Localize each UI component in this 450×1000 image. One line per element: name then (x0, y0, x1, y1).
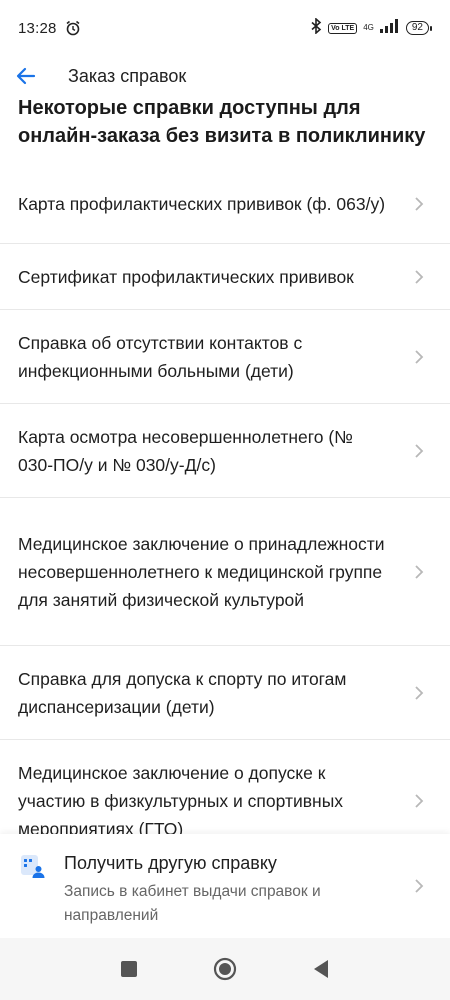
back-nav-button[interactable] (297, 945, 345, 993)
arrow-left-icon (16, 67, 36, 85)
list-item[interactable]: Медицинское заключение о принадлежности … (0, 498, 450, 646)
chevron-right-icon (412, 791, 426, 811)
list-item[interactable]: Карта осмотра несовершеннолетнего (№ 030… (0, 404, 450, 498)
list-item-label: Сертификат профилактических прививок (18, 266, 354, 287)
card-subtitle: Запись в кабинет выдачи справок и направ… (64, 883, 321, 924)
list-item-label: Справка для допуска к спорту по итогам д… (18, 668, 347, 717)
volte-badge: Vo LTE (328, 22, 358, 34)
status-bar: 13:28 Vo LTE 4G 92 (0, 0, 450, 56)
recent-apps-button[interactable] (105, 945, 153, 993)
network-type: 4G (363, 23, 374, 32)
back-button[interactable] (6, 56, 46, 96)
battery-icon: 92 (405, 21, 432, 35)
list-item[interactable]: Справка об отсутствии контактов с инфекц… (0, 310, 450, 404)
section-heading: Некоторые справки доступны для онлайн-за… (18, 97, 426, 147)
list-item[interactable]: Справка для допуска к спорту по итогам д… (0, 646, 450, 740)
certificate-list: Карта профилактических прививок (ф. 063/… (0, 164, 450, 834)
alarm-icon (65, 20, 81, 36)
home-button[interactable] (201, 945, 249, 993)
chevron-right-icon (412, 347, 426, 367)
other-certificate-card[interactable]: Получить другую справку Запись в кабинет… (0, 834, 450, 938)
list-item[interactable]: Сертификат профилактических прививок (0, 244, 450, 310)
chevron-right-icon (412, 441, 426, 461)
list-item[interactable]: Карта профилактических прививок (ф. 063/… (0, 164, 450, 244)
status-time: 13:28 (18, 19, 57, 37)
square-icon (121, 961, 137, 977)
chevron-right-icon (412, 562, 426, 582)
list-item-label: Карта профилактических прививок (ф. 063/… (18, 193, 386, 214)
list-item-label: Справка об отсутствии контактов с инфекц… (18, 332, 303, 381)
card-text: Получить другую справку Запись в кабинет… (64, 850, 384, 938)
battery-level: 92 (405, 21, 429, 35)
chevron-right-icon (412, 194, 426, 214)
content-scroll[interactable]: Некоторые справки доступны для онлайн-за… (0, 96, 450, 834)
status-icons: Vo LTE 4G 92 (310, 17, 432, 38)
signal-icon (379, 19, 400, 37)
chevron-right-icon (412, 267, 426, 287)
bluetooth-icon (310, 17, 322, 38)
list-item[interactable]: Медицинское заключение о допуске к участ… (0, 740, 450, 834)
list-item-label: Медицинское заключение о принадлежности … (18, 533, 385, 610)
list-item-label: Карта осмотра несовершеннолетнего (№ 030… (18, 426, 353, 475)
app-bar: Заказ справок (0, 56, 450, 96)
document-user-icon (20, 854, 46, 880)
triangle-left-icon (314, 960, 328, 978)
card-title: Получить другую справку (64, 853, 277, 873)
chevron-right-icon (414, 878, 424, 899)
page-title: Заказ справок (68, 65, 187, 86)
list-item-label: Медицинское заключение о допуске к участ… (18, 763, 344, 834)
chevron-right-icon (412, 683, 426, 703)
circle-icon (213, 957, 237, 981)
system-nav-bar (0, 938, 450, 1000)
